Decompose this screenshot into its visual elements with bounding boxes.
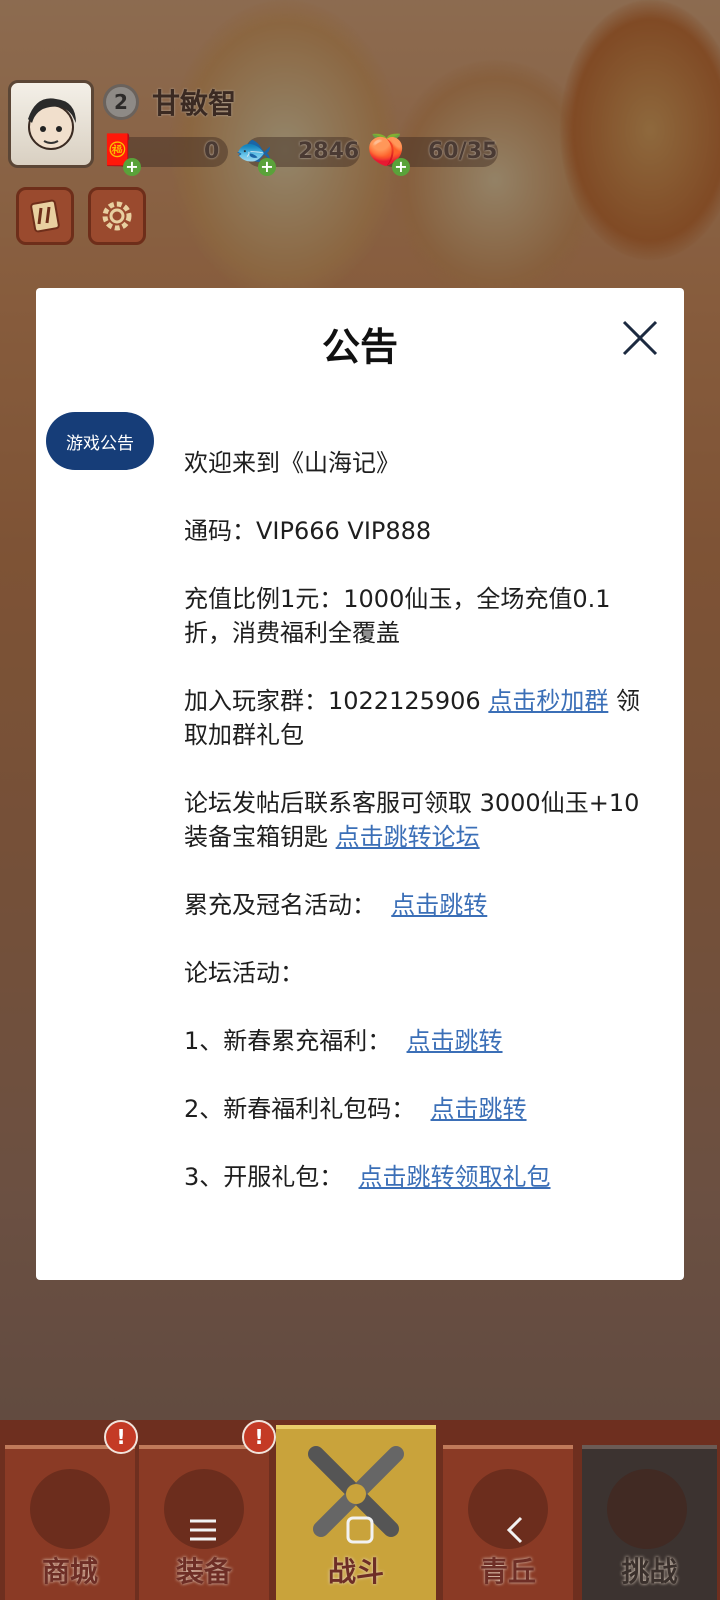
back-chevron-icon — [506, 1516, 523, 1544]
close-icon — [622, 320, 658, 356]
menu-icon — [190, 1519, 216, 1541]
challenge-orb-icon — [607, 1469, 687, 1549]
add-fish-plus-icon[interactable]: + — [258, 158, 276, 176]
item1-text: 1、新春累充福利： — [184, 1027, 407, 1055]
player-name: 甘敏智 — [152, 87, 237, 120]
nav-shop[interactable]: 商城 — [5, 1445, 135, 1600]
recharge-text: 充值比例1元：1000仙玉，全场充值0.1折，消费福利全覆盖 — [184, 585, 611, 647]
item3-link[interactable]: 点击跳转领取礼包 — [359, 1163, 551, 1191]
peach-value: 60/35 — [428, 139, 498, 164]
shop-building-icon — [30, 1469, 110, 1549]
settings-button[interactable] — [88, 187, 146, 245]
avatar-portrait-icon — [28, 98, 76, 150]
player-avatar[interactable] — [8, 80, 94, 168]
nav-shop-label: 商城 — [41, 1555, 98, 1588]
ticket-value: 0 — [204, 139, 220, 164]
dialog-title: 公告 — [321, 325, 398, 369]
group-text: 加入玩家群：1022125906 — [184, 687, 489, 715]
welcome-text: 欢迎来到《山海记》 — [184, 449, 400, 477]
add-peach-plus-icon[interactable]: + — [392, 158, 410, 176]
item2-line: 2、新春福利礼包码： 点击跳转 — [184, 1092, 654, 1126]
home-square-icon — [346, 1516, 374, 1544]
cumulative-link[interactable]: 点击跳转 — [391, 891, 487, 919]
system-back-button[interactable] — [490, 1505, 540, 1555]
group-line: 加入玩家群：1022125906 点击秒加群 领取加群礼包 — [184, 684, 654, 752]
close-button[interactable] — [618, 316, 662, 360]
item2-text: 2、新春福利礼包码： — [184, 1095, 431, 1123]
item3-text: 3、开服礼包： — [184, 1163, 359, 1191]
forum-activity-text: 论坛活动： — [184, 959, 304, 987]
add-ticket-plus-icon[interactable]: + — [123, 158, 141, 176]
nav-battle-label: 战斗 — [327, 1555, 384, 1588]
nav-equipment-label: 装备 — [175, 1555, 232, 1588]
item2-link[interactable]: 点击跳转 — [431, 1095, 527, 1123]
card-button[interactable] — [16, 187, 74, 245]
fish-value: 2846 — [298, 139, 360, 164]
cumulative-text: 累充及冠名活动： — [184, 891, 392, 919]
equipment-alert-icon: ! — [242, 1420, 276, 1454]
card-icon — [30, 199, 60, 233]
tab-game-announcement[interactable]: 游戏公告 — [46, 412, 154, 470]
announcement-dialog: 公告 游戏公告 欢迎来到《山海记》 通码：VIP666 VIP888 充值比例1… — [36, 288, 684, 1280]
item3-line: 3、开服礼包： 点击跳转领取礼包 — [184, 1160, 654, 1194]
join-group-link[interactable]: 点击秒加群 — [488, 687, 608, 715]
code-text: 通码：VIP666 VIP888 — [184, 517, 432, 545]
player-level-badge: 2 — [103, 84, 139, 120]
gear-icon — [102, 201, 132, 231]
shop-alert-icon: ! — [104, 1420, 138, 1454]
nav-challenge[interactable]: 挑战 — [582, 1445, 717, 1600]
system-home-button[interactable] — [335, 1505, 385, 1555]
cumulative-line: 累充及冠名活动： 点击跳转 — [184, 888, 654, 922]
item1-link[interactable]: 点击跳转 — [407, 1027, 503, 1055]
forum-line: 论坛发帖后联系客服可领取 3000仙玉+10装备宝箱钥匙 点击跳转论坛 — [184, 786, 654, 854]
nav-challenge-label: 挑战 — [621, 1555, 678, 1588]
nav-qingqiu-label: 青丘 — [479, 1555, 536, 1588]
item1-line: 1、新春累充福利： 点击跳转 — [184, 1024, 654, 1058]
announcement-content: 欢迎来到《山海记》 通码：VIP666 VIP888 充值比例1元：1000仙玉… — [184, 446, 654, 1228]
forum-link[interactable]: 点击跳转论坛 — [336, 823, 480, 851]
system-menu-button[interactable] — [178, 1505, 228, 1555]
